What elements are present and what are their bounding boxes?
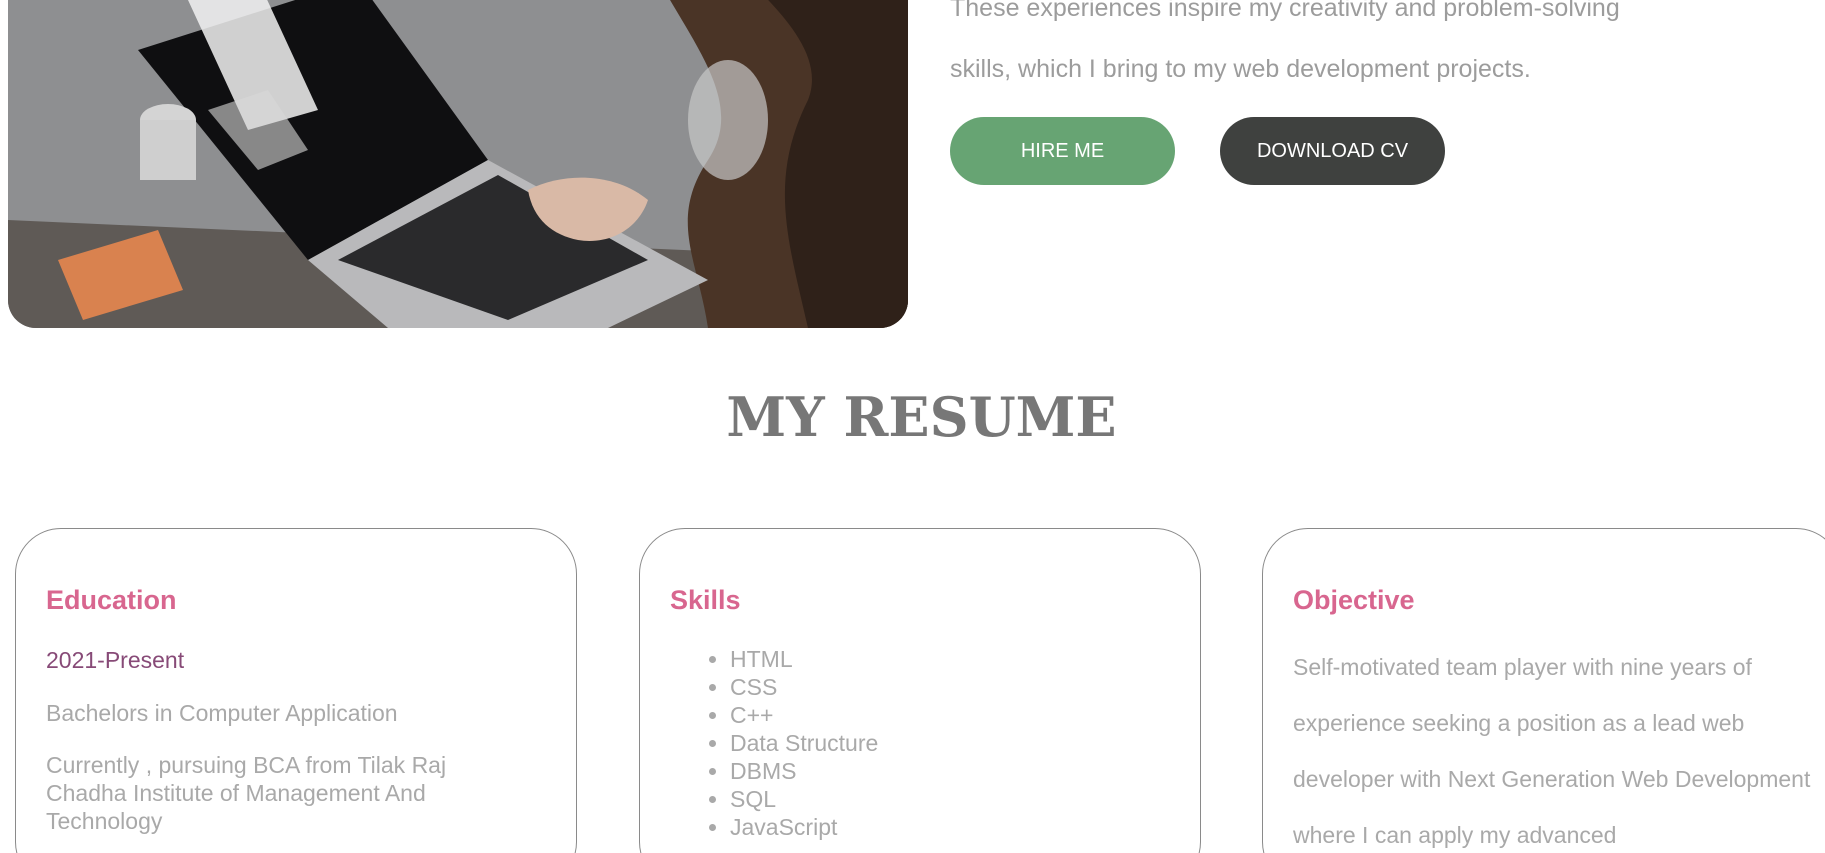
education-card: Education 2021-Present Bachelors in Comp… xyxy=(15,528,577,853)
skill-item: DBMS xyxy=(730,757,878,785)
skill-item: JavaScript xyxy=(730,813,878,841)
hero-text-line-2: skills, which I bring to my web developm… xyxy=(950,55,1531,83)
objective-text: Self-motivated team player with nine yea… xyxy=(1293,654,1811,848)
hero-text-line-1: These experiences inspire my creativity … xyxy=(950,0,1620,22)
skill-item: Data Structure xyxy=(730,729,878,757)
skill-item: CSS xyxy=(730,673,878,701)
hire-me-button[interactable]: HIRE ME xyxy=(950,117,1175,185)
education-degree: Bachelors in Computer Application xyxy=(46,700,398,726)
skill-item: HTML xyxy=(730,645,878,673)
skill-item: SQL xyxy=(730,785,878,813)
hero-description: These experiences inspire my creativity … xyxy=(950,0,1770,100)
education-heading: Education xyxy=(46,585,177,615)
education-detail: Currently , pursuing BCA from Tilak Raj … xyxy=(46,752,447,834)
skill-item: C++ xyxy=(730,701,878,729)
objective-card: Objective Self-motivated team player wit… xyxy=(1262,528,1825,853)
skills-list: HTML CSS C++ Data Structure DBMS SQL Jav… xyxy=(700,645,878,841)
resume-section-title: MY RESUME xyxy=(726,385,1117,449)
education-period: 2021-Present xyxy=(46,647,185,673)
hero-image xyxy=(8,0,908,328)
skills-heading: Skills xyxy=(670,585,741,615)
page: These experiences inspire my creativity … xyxy=(0,0,1825,853)
download-cv-button[interactable]: DOWNLOAD CV xyxy=(1220,117,1445,185)
objective-heading: Objective xyxy=(1293,585,1415,615)
skills-card: Skills HTML CSS C++ Data Structure DBMS … xyxy=(639,528,1201,853)
laptop-photo-illustration xyxy=(8,0,908,328)
